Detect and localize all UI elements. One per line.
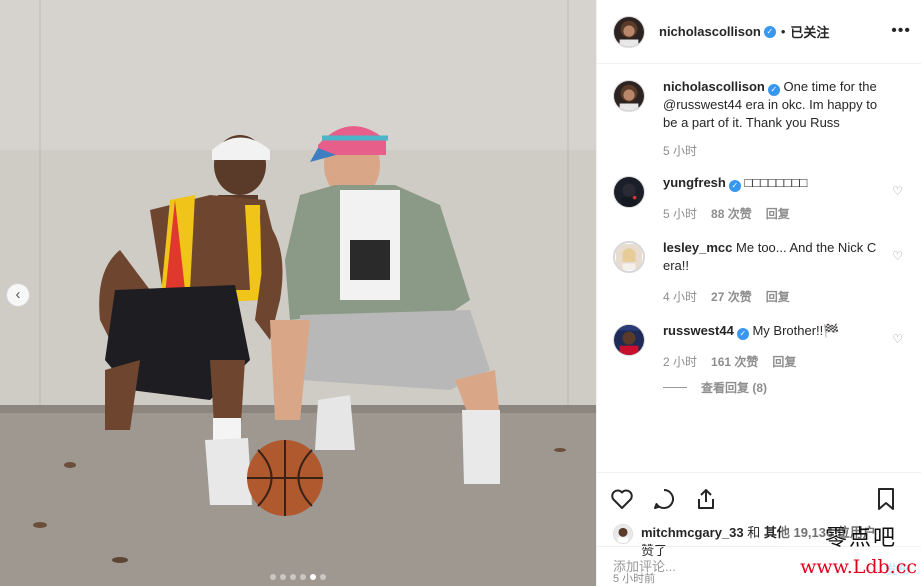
avatar[interactable]: [613, 176, 645, 208]
verified-badge-icon: ✓: [767, 84, 780, 96]
share-icon: [698, 488, 714, 509]
comment-username[interactable]: yungfresh: [663, 175, 726, 190]
comment-heart-icon[interactable]: ♡: [892, 249, 903, 263]
carousel-dot-active: [310, 574, 316, 580]
post-side-panel: nicholascollison ✓ • 已关注 ••• nicholascol…: [596, 0, 921, 586]
watermark-cn: 零点吧: [824, 526, 897, 551]
comment-like-count[interactable]: 161 次赞: [711, 353, 758, 371]
post-author[interactable]: nicholascollison: [659, 24, 761, 39]
comment-button[interactable]: [651, 486, 677, 512]
comment-like-count[interactable]: 27 次赞: [711, 288, 752, 306]
carousel-dot: [300, 574, 306, 580]
site-watermark: 零点吧 www.Ldb.cc: [781, 524, 921, 586]
caption-username[interactable]: nicholascollison: [663, 79, 765, 94]
view-replies-button[interactable]: 查看回复 (8): [663, 379, 905, 396]
caption-row: nicholascollison ✓ One time for the @russ…: [613, 78, 905, 160]
comment-row: lesley_mcc Me too... And the Nick C era!…: [613, 239, 905, 306]
verified-badge-icon: ✓: [763, 25, 776, 38]
avatar[interactable]: [613, 524, 633, 544]
watermark-url: www.Ldb.cc: [800, 556, 917, 578]
reply-button[interactable]: 回复: [766, 205, 790, 223]
like-button[interactable]: [609, 486, 635, 512]
comment-heart-icon[interactable]: ♡: [892, 332, 903, 346]
heart-icon: [611, 489, 633, 509]
comment-heart-icon[interactable]: ♡: [892, 184, 903, 198]
carousel-dots: [0, 574, 596, 580]
carousel-dot: [280, 574, 286, 580]
comment-time: 4 小时: [663, 290, 698, 304]
reply-button[interactable]: 回复: [766, 288, 790, 306]
action-bar: [597, 472, 921, 524]
post-photo[interactable]: ‹: [0, 0, 596, 586]
verified-badge-icon: ✓: [728, 180, 741, 192]
chevron-left-icon: ‹: [15, 285, 21, 303]
comment-row: russwest44 ✓ My Brother!!🏁 2 小时 161 次赞 回复…: [613, 322, 905, 371]
separator-dot: •: [780, 24, 786, 39]
save-button[interactable]: [873, 486, 899, 512]
comment-time: 5 小时: [663, 207, 698, 221]
caption-text: nicholascollison ✓ One time for the @russ…: [663, 78, 895, 132]
avatar[interactable]: [613, 80, 645, 112]
photo-image: [0, 0, 596, 586]
comment-like-count[interactable]: 88 次赞: [711, 205, 752, 223]
more-options-icon[interactable]: •••: [891, 22, 911, 40]
comment-text: My Brother!!🏁: [752, 323, 840, 338]
carousel-dot: [290, 574, 296, 580]
avatar[interactable]: [613, 241, 645, 273]
prev-photo-button[interactable]: ‹: [6, 283, 30, 307]
caption-meta: 5 小时: [663, 142, 895, 160]
comment-row: yungfresh ✓ □□□□□□□□ 5 小时 88 次赞 回复 ♡: [613, 174, 905, 223]
likes-conjunction: 和: [743, 525, 764, 540]
comments-list[interactable]: nicholascollison ✓ One time for the @russ…: [597, 64, 921, 472]
comment-username[interactable]: lesley_mcc: [663, 240, 732, 255]
avatar[interactable]: [613, 324, 645, 356]
bookmark-icon: [878, 488, 894, 510]
carousel-dot: [320, 574, 326, 580]
post-header: nicholascollison ✓ • 已关注 •••: [597, 0, 921, 64]
verified-badge-icon: ✓: [736, 328, 749, 340]
comment-bubble-icon: [654, 488, 674, 509]
comment-username[interactable]: russwest44: [663, 323, 734, 338]
caption-time: 5 小时: [663, 144, 698, 158]
reply-button[interactable]: 回复: [772, 353, 796, 371]
share-button[interactable]: [693, 486, 719, 512]
comment-time: 2 小时: [663, 355, 698, 369]
follow-status-button[interactable]: 已关注: [790, 22, 829, 41]
carousel-dot: [270, 574, 276, 580]
avatar[interactable]: [613, 15, 645, 48]
comment-text: □□□□□□□□: [744, 175, 808, 190]
liker-username[interactable]: mitchmcgary_33: [641, 525, 744, 540]
